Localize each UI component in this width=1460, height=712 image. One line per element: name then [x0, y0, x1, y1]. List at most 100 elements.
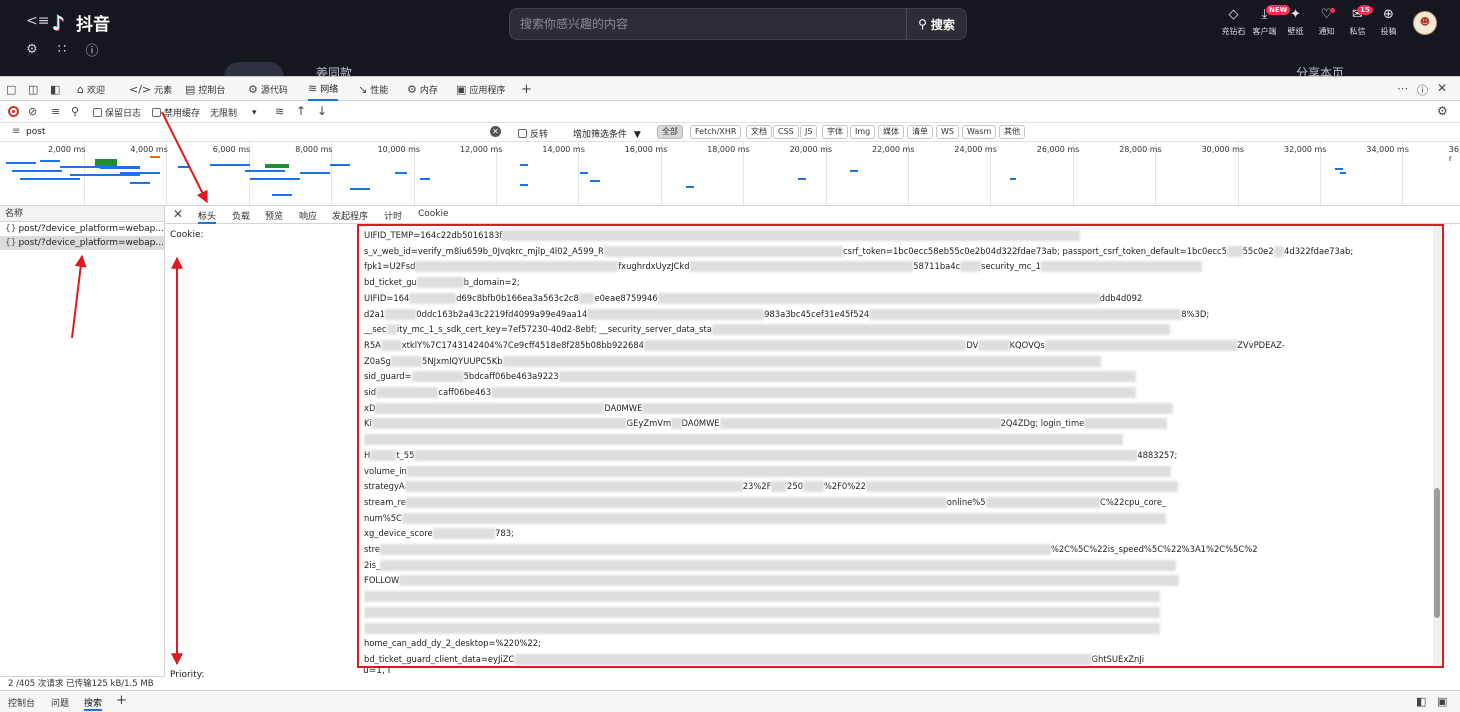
- drawer-tab-search[interactable]: 搜索: [84, 696, 102, 711]
- cookie-text-segment: 2Q4ZDg; login_time: [1001, 418, 1085, 428]
- type-chip-doc[interactable]: 文档: [746, 125, 772, 139]
- tab-network[interactable]: ≋ 网络: [308, 77, 338, 101]
- close-icon[interactable]: ✕: [1437, 81, 1447, 95]
- action-notify[interactable]: ♡ 通知: [1311, 6, 1342, 37]
- search-button[interactable]: ⚲ 搜索: [906, 9, 966, 39]
- type-chip-other[interactable]: 其他: [999, 125, 1025, 139]
- close-detail-icon[interactable]: ✕: [173, 207, 183, 221]
- record-icon[interactable]: [8, 106, 19, 117]
- tab-preview[interactable]: 预览: [265, 209, 283, 224]
- dock-drawer-icon[interactable]: ◧: [1416, 695, 1426, 708]
- redacted-segment: [385, 309, 416, 320]
- filter-input[interactable]: post: [26, 127, 45, 137]
- tab-cookie[interactable]: Cookie: [418, 209, 449, 224]
- tab-elements[interactable]: </> 元素: [129, 77, 172, 101]
- scrollbar-thumb[interactable]: [1434, 488, 1440, 618]
- more-icon[interactable]: ⋯: [1397, 82, 1408, 95]
- action-diamond[interactable]: ◇ 充钻石: [1218, 6, 1249, 37]
- request-row[interactable]: {}post/?device_platform=webap...: [0, 222, 164, 236]
- redacted-segment: [415, 261, 618, 272]
- action-client[interactable]: ⤓ NEW 客户端: [1249, 6, 1280, 37]
- more-filters-dropdown[interactable]: 增加筛选条件 ▼: [573, 127, 641, 140]
- drawer-tab-issues[interactable]: 问题: [51, 696, 69, 709]
- tab-memory[interactable]: ⚙ 内存: [407, 77, 438, 101]
- add-tab-icon[interactable]: +: [521, 82, 532, 97]
- redacted-segment: [986, 497, 1100, 508]
- request-row-selected[interactable]: {}post/?device_platform=webap...: [0, 236, 164, 250]
- cookie-line: UIFID=164d69c8bfb0b166ea3a563c2c8e0eae87…: [364, 291, 1437, 307]
- type-chip-fetch[interactable]: Fetch/XHR: [690, 125, 741, 139]
- cookie-text-segment: Ki: [364, 418, 372, 428]
- dock-icon[interactable]: ◧: [50, 83, 60, 96]
- gear-icon[interactable]: ⚙: [1437, 104, 1448, 118]
- device-icon[interactable]: ◫: [28, 83, 38, 96]
- tab-console[interactable]: ▤ 控制台: [185, 77, 225, 101]
- preserve-log-checkbox[interactable]: 保留日志: [93, 106, 141, 119]
- redacted-segment: [869, 309, 1181, 320]
- export-icon[interactable]: ↓: [317, 104, 327, 118]
- tab-sources[interactable]: ⚙ 源代码: [248, 77, 288, 101]
- tab-performance[interactable]: ↘ 性能: [358, 77, 388, 101]
- help-icon[interactable]: ⓘ: [1417, 82, 1428, 98]
- name-column-header[interactable]: 名称: [0, 206, 164, 222]
- type-chip-css[interactable]: CSS: [773, 125, 799, 139]
- type-chip-font[interactable]: 字体: [822, 125, 848, 139]
- redacted-segment: [559, 371, 1136, 382]
- search-button-label: 搜索: [931, 16, 955, 33]
- type-chip-manifest[interactable]: 清单: [907, 125, 933, 139]
- grid-icon[interactable]: ∷: [54, 41, 70, 57]
- cookie-line: fpk1=U2FsdfxughrdxUyzJCkd58711ba4csecuri…: [364, 259, 1437, 275]
- clear-icon[interactable]: ⊘: [28, 105, 37, 118]
- import-icon[interactable]: ↑: [296, 104, 306, 118]
- tab-headers[interactable]: 标头: [198, 209, 216, 224]
- tick-label: 32,000 ms: [1284, 145, 1327, 154]
- invert-checkbox[interactable]: 反转: [518, 127, 548, 140]
- message-count-badge: 15: [1357, 5, 1373, 15]
- cookie-text-segment: 783;: [495, 528, 514, 538]
- action-wallpaper[interactable]: ✦ 壁纸: [1280, 6, 1311, 37]
- tab-application[interactable]: ▣ 应用程序: [456, 77, 505, 101]
- type-chip-img[interactable]: Img: [850, 125, 875, 139]
- throttle-select[interactable]: 无限制 ▾: [210, 106, 257, 119]
- add-drawer-tab-icon[interactable]: +: [116, 693, 127, 708]
- tab-response[interactable]: 响应: [299, 209, 317, 224]
- type-chip-all[interactable]: 全部: [657, 125, 683, 139]
- inspect-icon[interactable]: □: [6, 83, 16, 96]
- network-overview[interactable]: 2,000 ms4,000 ms6,000 ms8,000 ms10,000 m…: [0, 142, 1460, 206]
- type-chip-media[interactable]: 媒体: [878, 125, 904, 139]
- type-chip-ws[interactable]: WS: [936, 125, 959, 139]
- tab-welcome[interactable]: ⌂ 欢迎: [77, 77, 105, 101]
- redacted-segment: [412, 371, 464, 382]
- help-icon[interactable]: ⓘ: [84, 41, 100, 57]
- settings-icon[interactable]: ⚙: [24, 41, 40, 57]
- cookie-text-segment: security_mc_1: [981, 261, 1041, 271]
- scrollbar[interactable]: [1433, 226, 1441, 668]
- clear-filter-icon[interactable]: ✕: [490, 126, 501, 137]
- request-bar: [590, 180, 600, 182]
- wifi-settings-icon[interactable]: ≋: [275, 105, 284, 118]
- tab-initiator[interactable]: 发起程序: [332, 209, 368, 224]
- redacted-segment: [671, 418, 681, 429]
- request-bar: [850, 170, 858, 172]
- request-bar: [70, 174, 140, 176]
- cookie-text-segment: Z0aSg: [364, 356, 391, 366]
- disable-cache-checkbox[interactable]: 禁用缓存: [152, 106, 200, 119]
- close-drawer-icon[interactable]: ▣: [1437, 695, 1447, 708]
- tab-payload[interactable]: 负载: [232, 209, 250, 224]
- tab-timing[interactable]: 计时: [384, 209, 402, 224]
- type-chip-wasm[interactable]: Wasm: [962, 125, 996, 139]
- douyin-logo[interactable]: ♪ ♪ ♪ 抖音: [52, 10, 110, 35]
- action-upload[interactable]: ⊕ 投稿: [1373, 6, 1404, 37]
- collapse-icon[interactable]: <≡: [26, 13, 49, 29]
- tick-label: 30,000 ms: [1202, 145, 1245, 154]
- type-chip-js[interactable]: JS: [800, 125, 817, 139]
- filter-icon[interactable]: ≡: [51, 105, 60, 118]
- tiktok-note-icon: ♪ ♪ ♪: [52, 12, 72, 34]
- avatar[interactable]: ☻: [1413, 11, 1437, 35]
- search-icon[interactable]: ⚲: [71, 105, 79, 118]
- search-input[interactable]: [520, 9, 900, 39]
- drawer-tab-console[interactable]: 控制台: [8, 696, 35, 709]
- request-bar: [250, 178, 300, 180]
- cookie-value-box[interactable]: UIFID_TEMP=164c22db5016183fs_v_web_id=ve…: [357, 224, 1444, 668]
- action-message[interactable]: ✉ 15 私信: [1342, 6, 1373, 37]
